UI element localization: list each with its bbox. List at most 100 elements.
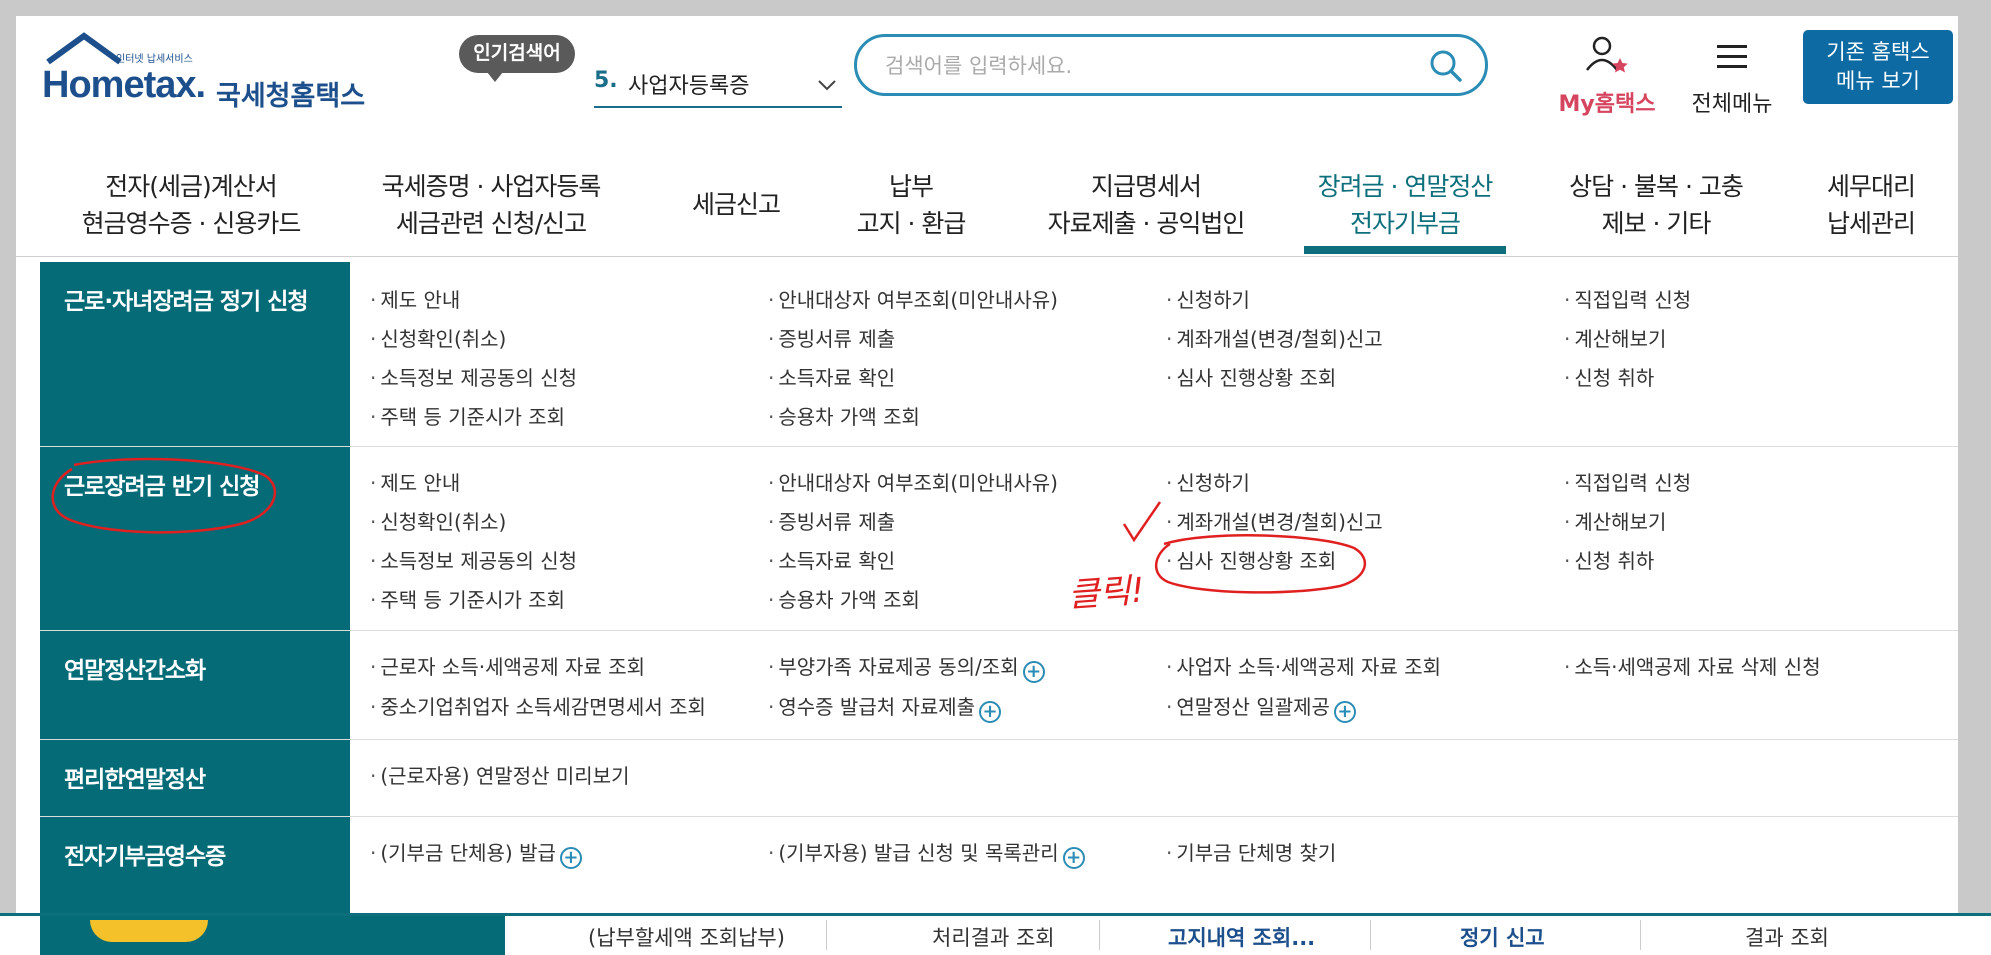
nav-tab-payment-statement[interactable]: 지급명세서 자료제출 · 공익법인 [1026, 168, 1266, 242]
bottom-item[interactable]: (납부할세액 조회납부) [588, 922, 785, 952]
menu-link[interactable]: 직접입력 신청 [1564, 284, 1691, 313]
menu-link[interactable]: (근로자용) 연말정산 미리보기 [370, 760, 629, 789]
menu-link[interactable]: 제도 안내 [370, 284, 460, 313]
bottom-quick-bar: (납부할세액 조회납부) 처리결과 조회 고지내역 조회... 정기 신고 결과… [0, 913, 1991, 955]
my-hometax-button[interactable]: My홈택스 [1552, 34, 1662, 117]
menu-link[interactable]: 기부금 단체명 찾기 [1166, 837, 1336, 866]
search-icon[interactable] [1429, 49, 1463, 83]
menu-row-title[interactable]: 연말정산간소화 [40, 631, 350, 739]
menu-row-donation-receipt: 전자기부금영수증 (기부금 단체용) 발급+ (기부자용) 발급 신청 및 목록… [40, 817, 1958, 897]
bottom-item[interactable]: 고지내역 조회... [1168, 922, 1315, 952]
menu-link[interactable]: 계좌개설(변경/철회)신고 [1166, 323, 1382, 352]
menu-row-title[interactable]: 근로·자녀장려금 정기 신청 [40, 262, 350, 446]
nav-tab-tax-return[interactable]: 세금신고 [666, 186, 806, 223]
menu-link[interactable]: 주택 등 기준시가 조회 [370, 401, 565, 430]
menu-link[interactable]: 신청 취하 [1564, 545, 1654, 574]
search-input[interactable] [883, 47, 1407, 85]
legacy-menu-button[interactable]: 기존 홈택스 메뉴 보기 [1803, 30, 1953, 104]
bottom-item[interactable]: 처리결과 조회 [932, 922, 1055, 952]
house-roof-icon [46, 32, 122, 65]
menu-link[interactable]: 소득자료 확인 [768, 362, 895, 391]
nav-tab-tax-agent[interactable]: 세무대리 납세관리 [1806, 168, 1936, 242]
bottom-item[interactable]: 정기 신고 [1460, 922, 1545, 952]
bottom-item[interactable]: 결과 조회 [1745, 922, 1829, 952]
menu-link[interactable]: 승용차 가액 조회 [768, 401, 920, 430]
nav-tab-line2: 자료제출 · 공익법인 [1047, 209, 1246, 238]
yellow-button-fragment[interactable] [90, 920, 208, 942]
plus-icon: + [1062, 847, 1085, 869]
menu-link[interactable]: 신청확인(취소) [370, 323, 506, 352]
logo-subtitle: 인터넷 납세서비스 [116, 54, 193, 65]
divider [1640, 920, 1641, 950]
menu-link-label: (기부금 단체용) 발급 [380, 841, 556, 865]
menu-link[interactable]: 신청하기 [1166, 467, 1250, 496]
menu-link[interactable]: 소득정보 제공동의 신청 [370, 545, 577, 574]
mega-menu: 근로·자녀장려금 정기 신청 제도 안내 안내대상자 여부조회(미안내사유) 신… [40, 262, 1958, 914]
menu-link[interactable]: 계좌개설(변경/철회)신고 [1166, 506, 1382, 535]
all-menu-button[interactable]: 전체메뉴 [1682, 34, 1782, 117]
nav-tab-line2: 납세관리 [1826, 209, 1916, 238]
menu-link[interactable]: 소득정보 제공동의 신청 [370, 362, 577, 391]
menu-link-with-plus[interactable]: 부양가족 자료제공 동의/조회+ [768, 651, 1045, 683]
menu-link[interactable]: 주택 등 기준시가 조회 [370, 584, 565, 613]
menu-link[interactable]: 소득·세액공제 자료 삭제 신청 [1564, 651, 1820, 680]
nav-tab-line2: 제보 · 기타 [1601, 209, 1712, 238]
menu-link[interactable]: 직접입력 신청 [1564, 467, 1691, 496]
menu-link-with-plus[interactable]: 연말정산 일괄제공+ [1166, 691, 1356, 723]
menu-link[interactable]: 승용차 가액 조회 [768, 584, 920, 613]
menu-link[interactable]: 신청하기 [1166, 284, 1250, 313]
plus-icon: + [1022, 661, 1045, 683]
menu-link[interactable]: 심사 진행상황 조회 [1166, 362, 1336, 391]
nav-tab-line2: 고지 · 환급 [856, 209, 967, 238]
menu-link[interactable]: 안내대상자 여부조회(미안내사유) [768, 284, 1058, 313]
user-star-icon [1586, 36, 1628, 73]
menu-sidebar-tail [40, 897, 350, 914]
menu-link-label: 부양가족 자료제공 동의/조회 [778, 655, 1019, 679]
menu-link[interactable]: 계산해보기 [1564, 506, 1666, 535]
divider [1099, 920, 1100, 950]
legacy-line1: 기존 홈택스 [1826, 40, 1930, 64]
bottom-left-panel [40, 916, 505, 955]
menu-link[interactable]: 신청확인(취소) [370, 506, 506, 535]
nav-tab-payment[interactable]: 납부 고지 · 환급 [836, 168, 986, 242]
menu-link-label: (기부자용) 발급 신청 및 목록관리 [778, 841, 1059, 865]
logo-wordmark: Hometax. [42, 64, 206, 106]
menu-link-with-plus[interactable]: (기부금 단체용) 발급+ [370, 837, 582, 869]
menu-link[interactable]: 증빙서류 제출 [768, 323, 895, 352]
all-menu-label: 전체메뉴 [1691, 92, 1773, 117]
plus-icon: + [1333, 701, 1356, 723]
hamburger-icon [1717, 45, 1747, 68]
menu-row-title[interactable]: 근로장려금 반기 신청 [40, 447, 350, 630]
menu-link[interactable]: 안내대상자 여부조회(미안내사유) [768, 467, 1058, 496]
popular-search-select[interactable]: 5. 사업자등록증 [594, 62, 842, 108]
plus-icon: + [559, 847, 582, 869]
menu-link-with-plus[interactable]: (기부자용) 발급 신청 및 목록관리+ [768, 837, 1085, 869]
menu-link[interactable]: 소득자료 확인 [768, 545, 895, 574]
nav-tab-line1: 세금신고 [691, 190, 781, 219]
menu-link[interactable]: 근로자 소득·세액공제 자료 조회 [370, 651, 645, 680]
menu-link[interactable]: 중소기업취업자 소득세감면명세서 조회 [370, 691, 706, 720]
menu-row-title[interactable]: 전자기부금영수증 [40, 817, 350, 897]
nav-tab-e-invoice[interactable]: 전자(세금)계산서 현금영수증 · 신용카드 [66, 168, 316, 242]
menu-link[interactable]: 증빙서류 제출 [768, 506, 895, 535]
menu-link[interactable]: 사업자 소득·세액공제 자료 조회 [1166, 651, 1441, 680]
divider [826, 920, 827, 950]
nav-tab-consult[interactable]: 상담 · 불복 · 고충 제보 · 기타 [1546, 168, 1766, 242]
menu-link-review-status[interactable]: 심사 진행상황 조회 [1166, 545, 1336, 574]
menu-link[interactable]: 신청 취하 [1564, 362, 1654, 391]
menu-row-title[interactable]: 편리한연말정산 [40, 740, 350, 816]
nav-tab-line1: 상담 · 불복 · 고충 [1569, 172, 1744, 201]
menu-link[interactable]: 제도 안내 [370, 467, 460, 496]
menu-link[interactable]: 계산해보기 [1564, 323, 1666, 352]
popular-rank: 5. [594, 68, 618, 93]
nav-tab-certificate[interactable]: 국세증명 · 사업자등록 세금관련 신청/신고 [366, 168, 616, 242]
nav-tab-line1: 세무대리 [1826, 172, 1916, 201]
nav-tab-incentive-yearend[interactable]: 장려금 · 연말정산 전자기부금 [1304, 168, 1506, 242]
menu-row-half-year-incentive: 근로장려금 반기 신청 제도 안내 안내대상자 여부조회(미안내사유) 신청하기… [40, 447, 1958, 631]
nav-tab-line1: 국세증명 · 사업자등록 [381, 172, 602, 201]
menu-link-with-plus[interactable]: 영수증 발급처 자료제출+ [768, 691, 1002, 723]
nav-active-indicator [1304, 246, 1506, 254]
nav-tab-line2: 전자기부금 [1349, 209, 1461, 238]
menu-link-label: 영수증 발급처 자료제출 [778, 695, 976, 719]
nav-tab-line1: 전자(세금)계산서 [105, 172, 278, 201]
